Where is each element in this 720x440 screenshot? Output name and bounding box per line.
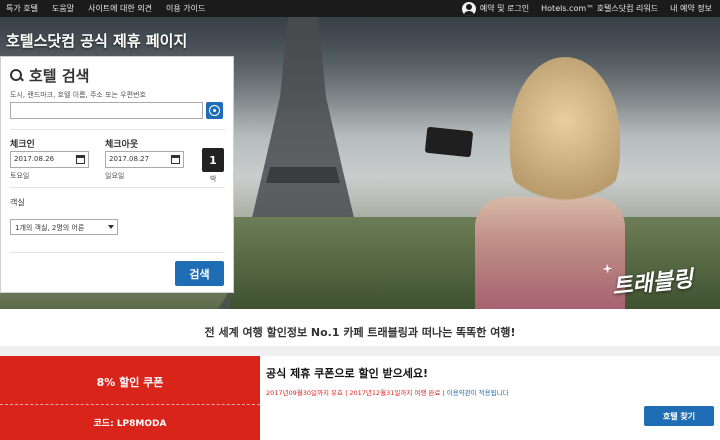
login-link[interactable]: 예약 및 로그인 — [480, 3, 529, 14]
top-nav-left-links: 특가 호텔 도움말 사이트에 대한 의견 이용 가이드 — [0, 3, 219, 14]
current-location-button[interactable] — [206, 102, 223, 119]
nights-count-badge: 1 — [202, 148, 224, 172]
my-bookings-link[interactable]: 내 예약 정보 — [670, 3, 712, 14]
destination-input[interactable] — [10, 102, 203, 119]
coupon-card: 8% 할인 쿠폰 코드: LP8MODA — [0, 356, 260, 440]
checkout-date-value: 2017.08.27 — [109, 155, 150, 163]
panel-divider — [10, 187, 225, 188]
chevron-down-icon — [108, 225, 114, 229]
rooms-guests-value: 1개의 객실, 2명의 어른 — [15, 224, 85, 232]
phone-illustration — [424, 126, 474, 158]
checkin-date-field[interactable]: 2017.08.26 — [10, 151, 89, 168]
search-panel-heading: 호텔 검색 — [10, 65, 89, 86]
top-navigation-bar: 특가 호텔 도움말 사이트에 대한 의견 이용 가이드 예약 및 로그인 Hot… — [0, 0, 720, 17]
nav-link-feedback[interactable]: 사이트에 대한 의견 — [88, 3, 152, 14]
coupon-headline: 공식 제휴 쿠폰으로 할인 받으세요! — [266, 367, 429, 380]
rewards-link[interactable]: Hotels.com™ 호텔스닷컴 리워드 — [541, 3, 658, 14]
coupon-validity-text: 2017년09월30일까지 유효 | 2017년12월31일까지 여행 완료 | — [266, 389, 447, 397]
user-avatar-icon[interactable] — [461, 1, 476, 16]
coupon-title: 8% 할인 쿠폰 — [96, 376, 164, 389]
coupon-code: 코드: LP8MODA — [93, 419, 167, 429]
section-separator — [0, 346, 720, 356]
nights-unit-label: 박 — [210, 175, 217, 183]
page-title: 호텔스닷컴 공식 제휴 페이지 — [6, 32, 188, 50]
traveler-hair — [510, 57, 620, 217]
destination-label: 도시, 랜드마크, 호텔 이름, 주소 또는 우편번호 — [10, 91, 146, 99]
rooms-label: 객실 — [10, 198, 25, 207]
nav-link-guide[interactable]: 이용 가이드 — [166, 3, 205, 14]
calendar-icon[interactable] — [171, 155, 180, 164]
nav-link-help[interactable]: 도움말 — [52, 3, 74, 14]
checkin-weekday: 토요일 — [10, 172, 30, 180]
checkin-date-value: 2017.08.26 — [14, 155, 55, 163]
terms-link[interactable]: 이용약관이 적용됩니다 — [447, 389, 509, 397]
coupon-details: 공식 제휴 쿠폰으로 할인 받으세요! 2017년09월30일까지 유효 | 2… — [260, 356, 720, 440]
search-icon — [10, 69, 23, 82]
checkout-label: 체크아웃 — [105, 140, 139, 150]
coupon-divider — [0, 404, 260, 405]
search-button[interactable]: 검색 — [175, 261, 224, 286]
calendar-icon[interactable] — [76, 155, 85, 164]
nav-link-deals[interactable]: 특가 호텔 — [6, 3, 38, 14]
checkout-weekday: 일요일 — [105, 172, 125, 180]
search-heading-text: 호텔 검색 — [29, 67, 90, 85]
checkout-date-field[interactable]: 2017.08.27 — [105, 151, 184, 168]
top-nav-right-links: 예약 및 로그인 Hotels.com™ 호텔스닷컴 리워드 내 예약 정보 — [450, 1, 720, 16]
checkin-label: 체크인 — [10, 140, 35, 150]
find-hotels-button[interactable]: 호텔 찾기 — [644, 406, 714, 426]
promo-tagline: 전 세계 여행 할인정보 No.1 카페 트래블링과 떠나는 똑똑한 여행! — [204, 326, 516, 339]
rooms-guests-select[interactable]: 1개의 객실, 2명의 어른 — [10, 219, 118, 235]
coupon-terms: 2017년09월30일까지 유효 | 2017년12월31일까지 여행 완료 |… — [266, 387, 509, 397]
sparkle-icon — [602, 263, 613, 274]
panel-divider — [10, 129, 225, 130]
panel-divider — [10, 252, 225, 253]
hotel-search-panel: 호텔 검색 도시, 랜드마크, 호텔 이름, 주소 또는 우편번호 체크인 20… — [0, 56, 234, 293]
